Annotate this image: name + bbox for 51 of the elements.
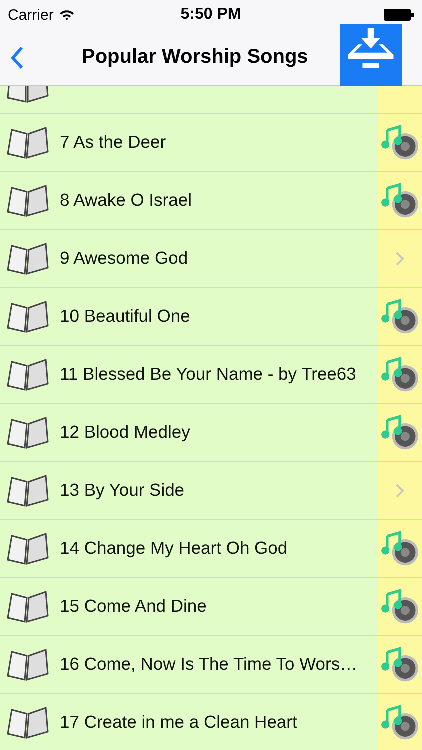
music-speaker-icon: [380, 588, 420, 624]
book-icon: [6, 358, 50, 392]
music-speaker-icon: [380, 124, 420, 160]
song-title: 11 Blessed Be Your Name - by Tree63: [60, 364, 358, 385]
song-title: 15 Come And Dine: [60, 596, 208, 617]
song-title: 9 Awesome God: [60, 248, 190, 269]
song-row[interactable]: 11 Blessed Be Your Name - by Tree63: [0, 346, 422, 404]
song-row[interactable]: 9 Awesome God: [0, 230, 422, 288]
chevron-icon: [395, 250, 405, 266]
song-row[interactable]: 16 Come, Now Is The Time To Wors…: [0, 636, 422, 694]
music-speaker-icon: [380, 298, 420, 334]
song-row[interactable]: 15 Come And Dine: [0, 578, 422, 636]
download-box-icon[interactable]: [340, 24, 402, 86]
book-icon: [6, 706, 50, 740]
song-row[interactable]: 13 By Your Side: [0, 462, 422, 520]
music-speaker-icon: [380, 182, 420, 218]
song-title: 8 Awake O Israel: [60, 190, 193, 211]
book-icon: [6, 590, 50, 624]
song-title: 13 By Your Side: [60, 480, 186, 501]
back-icon[interactable]: [10, 46, 24, 70]
book-icon: [6, 648, 50, 682]
song-title: 10 Beautiful One: [60, 306, 192, 327]
book-icon: [6, 242, 50, 276]
music-speaker-icon: [380, 646, 420, 682]
nav-title: Popular Worship Songs: [82, 46, 308, 69]
song-title: 16 Come, Now Is The Time To Wors…: [60, 654, 359, 675]
book-icon: [6, 532, 50, 566]
status-time: 5:50 PM: [180, 6, 242, 24]
song-title: 12 Blood Medley: [60, 422, 192, 443]
song-row[interactable]: 7 As the Deer: [0, 114, 422, 172]
book-icon: [6, 184, 50, 218]
song-row[interactable]: 8 Awake O Israel: [0, 172, 422, 230]
wifi-icon: [58, 9, 75, 21]
song-row[interactable]: 14 Change My Heart Oh God: [0, 520, 422, 578]
book-icon: [6, 126, 50, 160]
book-icon: [6, 474, 50, 508]
carrier-label: Carrier: [8, 6, 54, 24]
song-row[interactable]: 10 Beautiful One: [0, 288, 422, 346]
song-title: 17 Create in me a Clean Heart: [60, 712, 298, 733]
book-icon: [6, 300, 50, 334]
song-title: 14 Change My Heart Oh God: [60, 538, 289, 559]
book-icon: [6, 416, 50, 450]
chevron-icon: [395, 482, 405, 498]
battery-icon: [384, 9, 414, 21]
music-speaker-icon: [380, 356, 420, 392]
music-speaker-icon: [380, 414, 420, 450]
song-row[interactable]: 17 Create in me a Clean Heart: [0, 694, 422, 750]
song-row[interactable]: 12 Blood Medley: [0, 404, 422, 462]
music-speaker-icon: [380, 530, 420, 566]
music-speaker-icon: [380, 704, 420, 740]
song-title: 7 As the Deer: [60, 132, 168, 153]
